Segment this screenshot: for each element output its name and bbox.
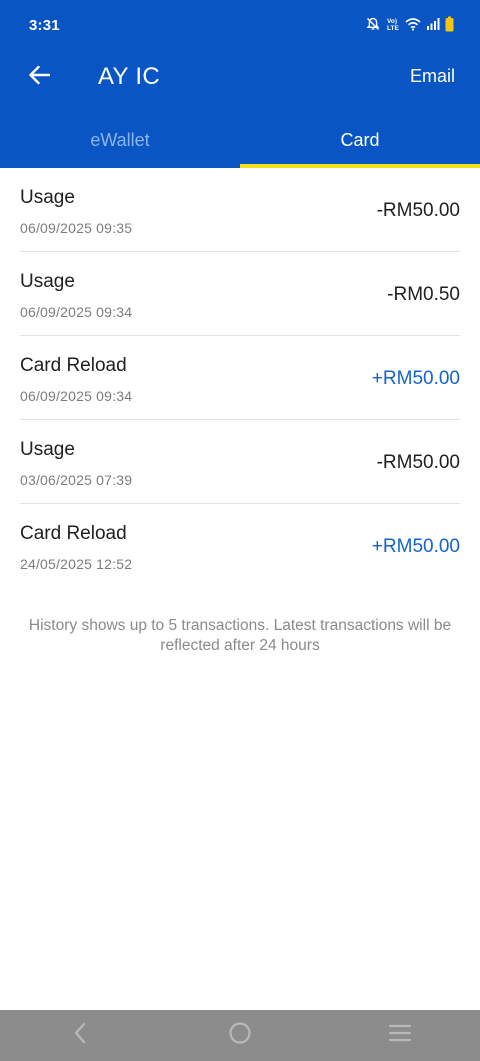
tab-card-label: Card — [340, 130, 380, 150]
tab-ewallet-label: eWallet — [90, 130, 150, 150]
app-header: 3:31 Vo) LTE AY IC Email eWallet Card — [0, 0, 480, 168]
transaction-type: Usage — [20, 439, 75, 460]
transaction-date: 03/06/2025 07:39 — [20, 472, 133, 488]
transaction-row[interactable]: Card Reload 06/09/2025 09:34 +RM50.00 — [20, 336, 460, 420]
status-bar: 3:31 Vo) LTE — [0, 0, 480, 52]
arrow-left-icon — [28, 65, 51, 90]
toolbar: AY IC Email — [0, 52, 480, 102]
system-nav-bar — [0, 1010, 480, 1061]
svg-text:LTE: LTE — [387, 25, 399, 32]
battery-icon — [445, 16, 454, 32]
status-time: 3:31 — [29, 17, 60, 34]
transaction-date: 06/09/2025 09:35 — [20, 220, 133, 236]
email-button[interactable]: Email — [410, 66, 455, 87]
back-button[interactable] — [22, 61, 56, 93]
transaction-type: Card Reload — [20, 355, 127, 376]
page-title: AY IC — [98, 63, 160, 90]
back-nav-icon — [73, 1022, 87, 1049]
transaction-row[interactable]: Usage 06/09/2025 09:35 -RM50.00 — [20, 168, 460, 252]
transaction-amount: -RM50.00 — [376, 200, 460, 221]
transaction-row[interactable]: Usage 03/06/2025 07:39 -RM50.00 — [20, 420, 460, 504]
transaction-date: 06/09/2025 09:34 — [20, 388, 133, 404]
mute-bell-icon — [365, 16, 381, 32]
transaction-amount: -RM0.50 — [387, 284, 460, 305]
nav-home-button[interactable] — [210, 1016, 270, 1056]
transaction-list: Usage 06/09/2025 09:35 -RM50.00 Usage 06… — [0, 168, 480, 588]
transaction-type: Usage — [20, 271, 75, 292]
nav-back-button[interactable] — [50, 1016, 110, 1056]
volte-icon: Vo) LTE — [386, 16, 400, 32]
transaction-date: 24/05/2025 12:52 — [20, 556, 133, 572]
transaction-row[interactable]: Usage 06/09/2025 09:34 -RM0.50 — [20, 252, 460, 336]
tab-bar: eWallet Card — [0, 116, 480, 168]
home-nav-icon — [228, 1021, 252, 1050]
transaction-amount: +RM50.00 — [371, 368, 460, 389]
transaction-type: Card Reload — [20, 523, 127, 544]
signal-icon — [426, 17, 440, 31]
recents-nav-icon — [388, 1023, 412, 1048]
transaction-amount: -RM50.00 — [376, 452, 460, 473]
transaction-date: 06/09/2025 09:34 — [20, 304, 133, 320]
transaction-row[interactable]: Card Reload 24/05/2025 12:52 +RM50.00 — [20, 504, 460, 588]
status-icons: Vo) LTE — [365, 16, 454, 32]
nav-recents-button[interactable] — [370, 1016, 430, 1056]
wifi-icon — [405, 17, 421, 31]
tab-ewallet[interactable]: eWallet — [0, 116, 240, 168]
svg-text:Vo): Vo) — [387, 18, 397, 25]
history-footnote: History shows up to 5 transactions. Late… — [28, 617, 452, 654]
tab-card[interactable]: Card — [240, 116, 480, 168]
transaction-amount: +RM50.00 — [371, 536, 460, 557]
transaction-type: Usage — [20, 187, 75, 208]
